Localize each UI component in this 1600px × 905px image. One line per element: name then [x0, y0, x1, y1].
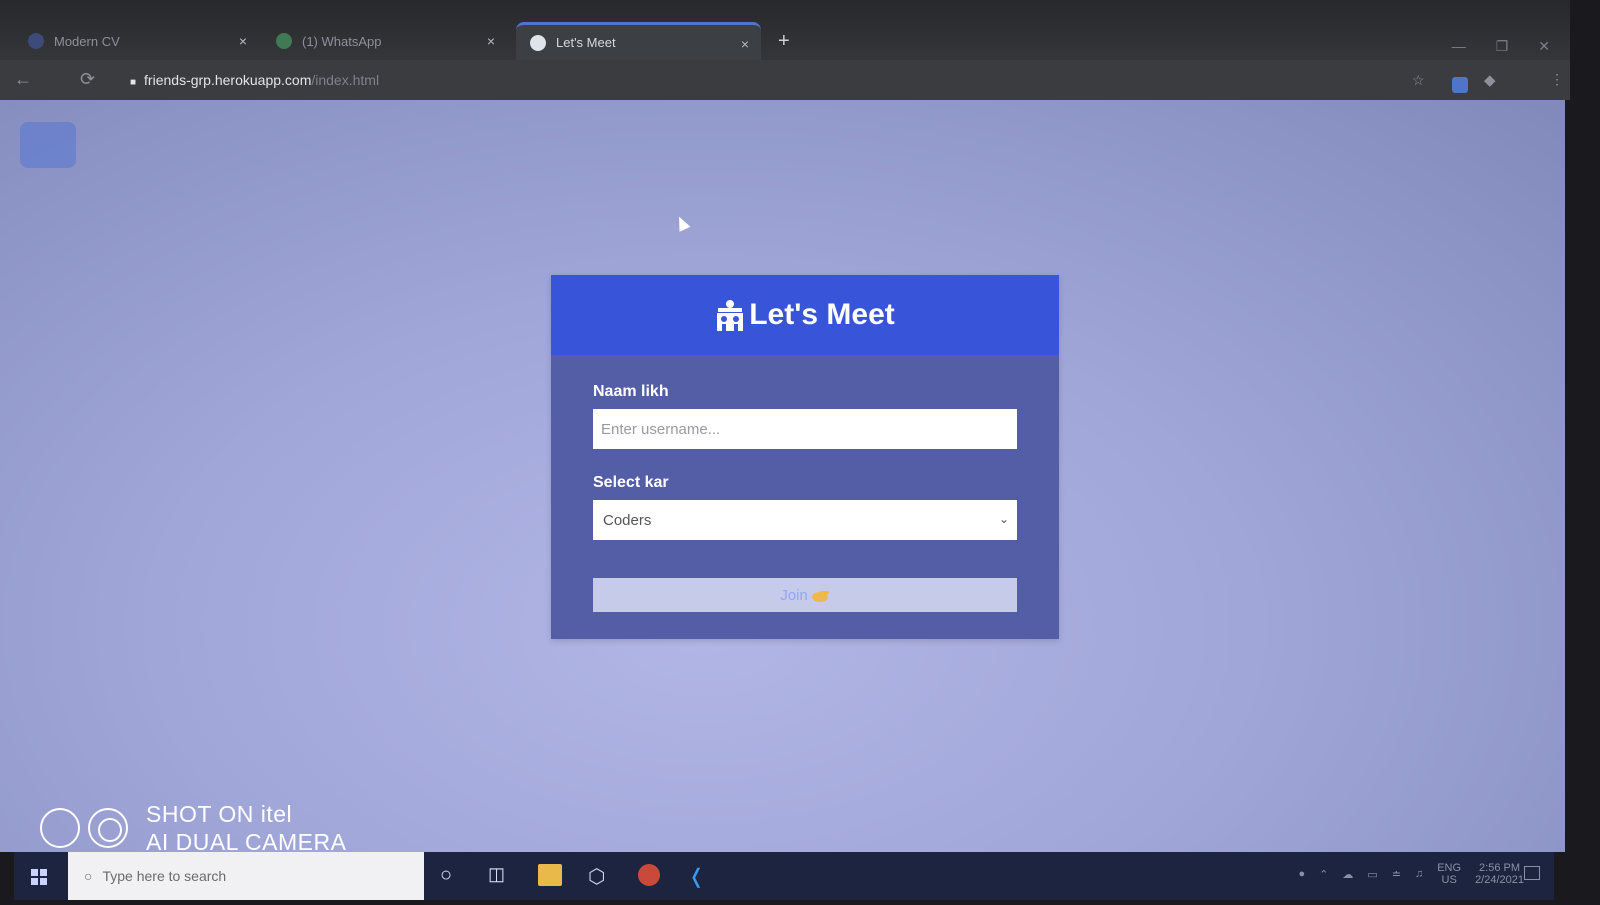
whatsapp-icon	[276, 33, 292, 49]
3d-box-icon[interactable]: ⬡	[588, 864, 612, 888]
search-placeholder: Type here to search	[102, 868, 227, 884]
file-explorer-icon[interactable]	[538, 864, 562, 886]
username-input[interactable]	[593, 409, 1017, 449]
maximize-icon[interactable]: ❐	[1496, 38, 1509, 55]
volume-icon[interactable]: ♫	[1415, 868, 1423, 880]
tab-title: (1) WhatsApp	[302, 33, 382, 49]
window-controls: — ❐ ✕	[1452, 38, 1550, 55]
lang-code: ENG	[1437, 862, 1462, 874]
tab-title: Modern CV	[54, 33, 120, 49]
taskbar-search[interactable]: ○ Type here to search	[68, 852, 424, 900]
battery-icon[interactable]: ▭	[1367, 868, 1377, 881]
extension-icon[interactable]	[1452, 77, 1468, 93]
close-icon[interactable]: ×	[239, 33, 247, 49]
close-icon[interactable]: ×	[487, 33, 495, 49]
url-path: /index.html	[311, 72, 380, 88]
browser-tabstrip: Modern CV × (1) WhatsApp × Let's Meet × …	[0, 0, 1570, 60]
start-button[interactable]	[14, 852, 64, 900]
star-icon[interactable]: ☆	[1412, 72, 1425, 89]
site-logo-icon	[20, 122, 76, 168]
join-label: Join	[780, 586, 808, 604]
system-tray: ● ⌃ ☁ ▭ ≐ ♫ ENG US 2:56 PM 2/24/2021	[1298, 862, 1524, 886]
chevron-down-icon: ⌄	[998, 512, 1009, 526]
notification-icon[interactable]	[1524, 866, 1540, 880]
wifi-icon[interactable]: ≐	[1392, 868, 1401, 881]
back-icon[interactable]: ←	[14, 69, 32, 90]
page-content: Let's Meet Naam likh Select kar Coders ⌄…	[0, 100, 1565, 852]
watermark-line1: SHOT ON itel	[146, 801, 293, 827]
tab-title: Let's Meet	[556, 35, 616, 50]
group-icon	[717, 300, 744, 331]
card-header: Let's Meet	[551, 275, 1059, 355]
clock-date: 2/24/2021	[1475, 874, 1524, 886]
app-title: Let's Meet	[749, 298, 895, 331]
screen: Modern CV × (1) WhatsApp × Let's Meet × …	[0, 0, 1600, 900]
windows-icon	[31, 869, 47, 885]
puzzle-icon[interactable]: ◆	[1484, 71, 1496, 89]
join-button[interactable]: Join	[593, 578, 1017, 612]
join-card: Let's Meet Naam likh Select kar Coders ⌄…	[551, 275, 1059, 639]
language-indicator[interactable]: ENG US	[1437, 862, 1461, 886]
close-icon[interactable]: ×	[741, 36, 749, 52]
join-form: Naam likh Select kar Coders ⌄ Join	[551, 355, 1059, 612]
tab-modern-cv[interactable]: Modern CV ×	[14, 22, 259, 60]
clock[interactable]: 2:56 PM 2/24/2021	[1475, 862, 1524, 886]
taskbar: ○ Type here to search ○ ◫ ⬡ ❬ ● ⌃ ☁ ▭ ≐ …	[14, 852, 1554, 900]
tab-lets-meet[interactable]: Let's Meet ×	[516, 22, 761, 60]
people-icon[interactable]: ●	[1298, 868, 1305, 880]
room-select[interactable]: Coders ⌄	[593, 500, 1017, 540]
chevron-up-icon[interactable]: ⌃	[1319, 868, 1328, 881]
globe-icon	[530, 34, 546, 51]
hand-icon	[811, 591, 829, 602]
camera-ring-icon	[40, 808, 80, 848]
lang-region: US	[1441, 874, 1457, 886]
lock-icon: ■	[130, 77, 137, 88]
cortana-icon[interactable]: ○	[440, 864, 464, 886]
new-tab-button[interactable]: +	[778, 30, 790, 53]
mouse-cursor-icon	[673, 214, 691, 232]
username-label: Naam likh	[593, 383, 669, 400]
address-bar: ← ⟳ ■ friends-grp.herokuapp.com/index.htm…	[0, 60, 1570, 100]
camera-lens-icon	[88, 808, 128, 848]
document-icon	[28, 33, 44, 49]
chrome-icon[interactable]	[638, 864, 660, 886]
vscode-icon[interactable]: ❬	[688, 864, 712, 888]
room-label: Select kar	[593, 474, 669, 491]
minimize-icon[interactable]: —	[1452, 38, 1466, 55]
url-host: friends-grp.herokuapp.com	[144, 72, 312, 88]
tab-whatsapp[interactable]: (1) WhatsApp ×	[262, 22, 507, 60]
cloud-icon[interactable]: ☁	[1342, 868, 1353, 881]
menu-icon[interactable]: ⋮	[1550, 71, 1564, 88]
search-icon: ○	[84, 868, 93, 884]
task-view-icon[interactable]: ◫	[488, 864, 512, 886]
url-field[interactable]: ■ friends-grp.herokuapp.com/index.html	[130, 72, 379, 88]
room-select-value: Coders	[603, 511, 652, 529]
clock-time: 2:56 PM	[1479, 862, 1521, 874]
camera-watermark: SHOT ON itel AI DUAL CAMERA	[40, 800, 346, 856]
reload-icon[interactable]: ⟳	[80, 69, 95, 90]
close-window-icon[interactable]: ✕	[1538, 38, 1550, 55]
